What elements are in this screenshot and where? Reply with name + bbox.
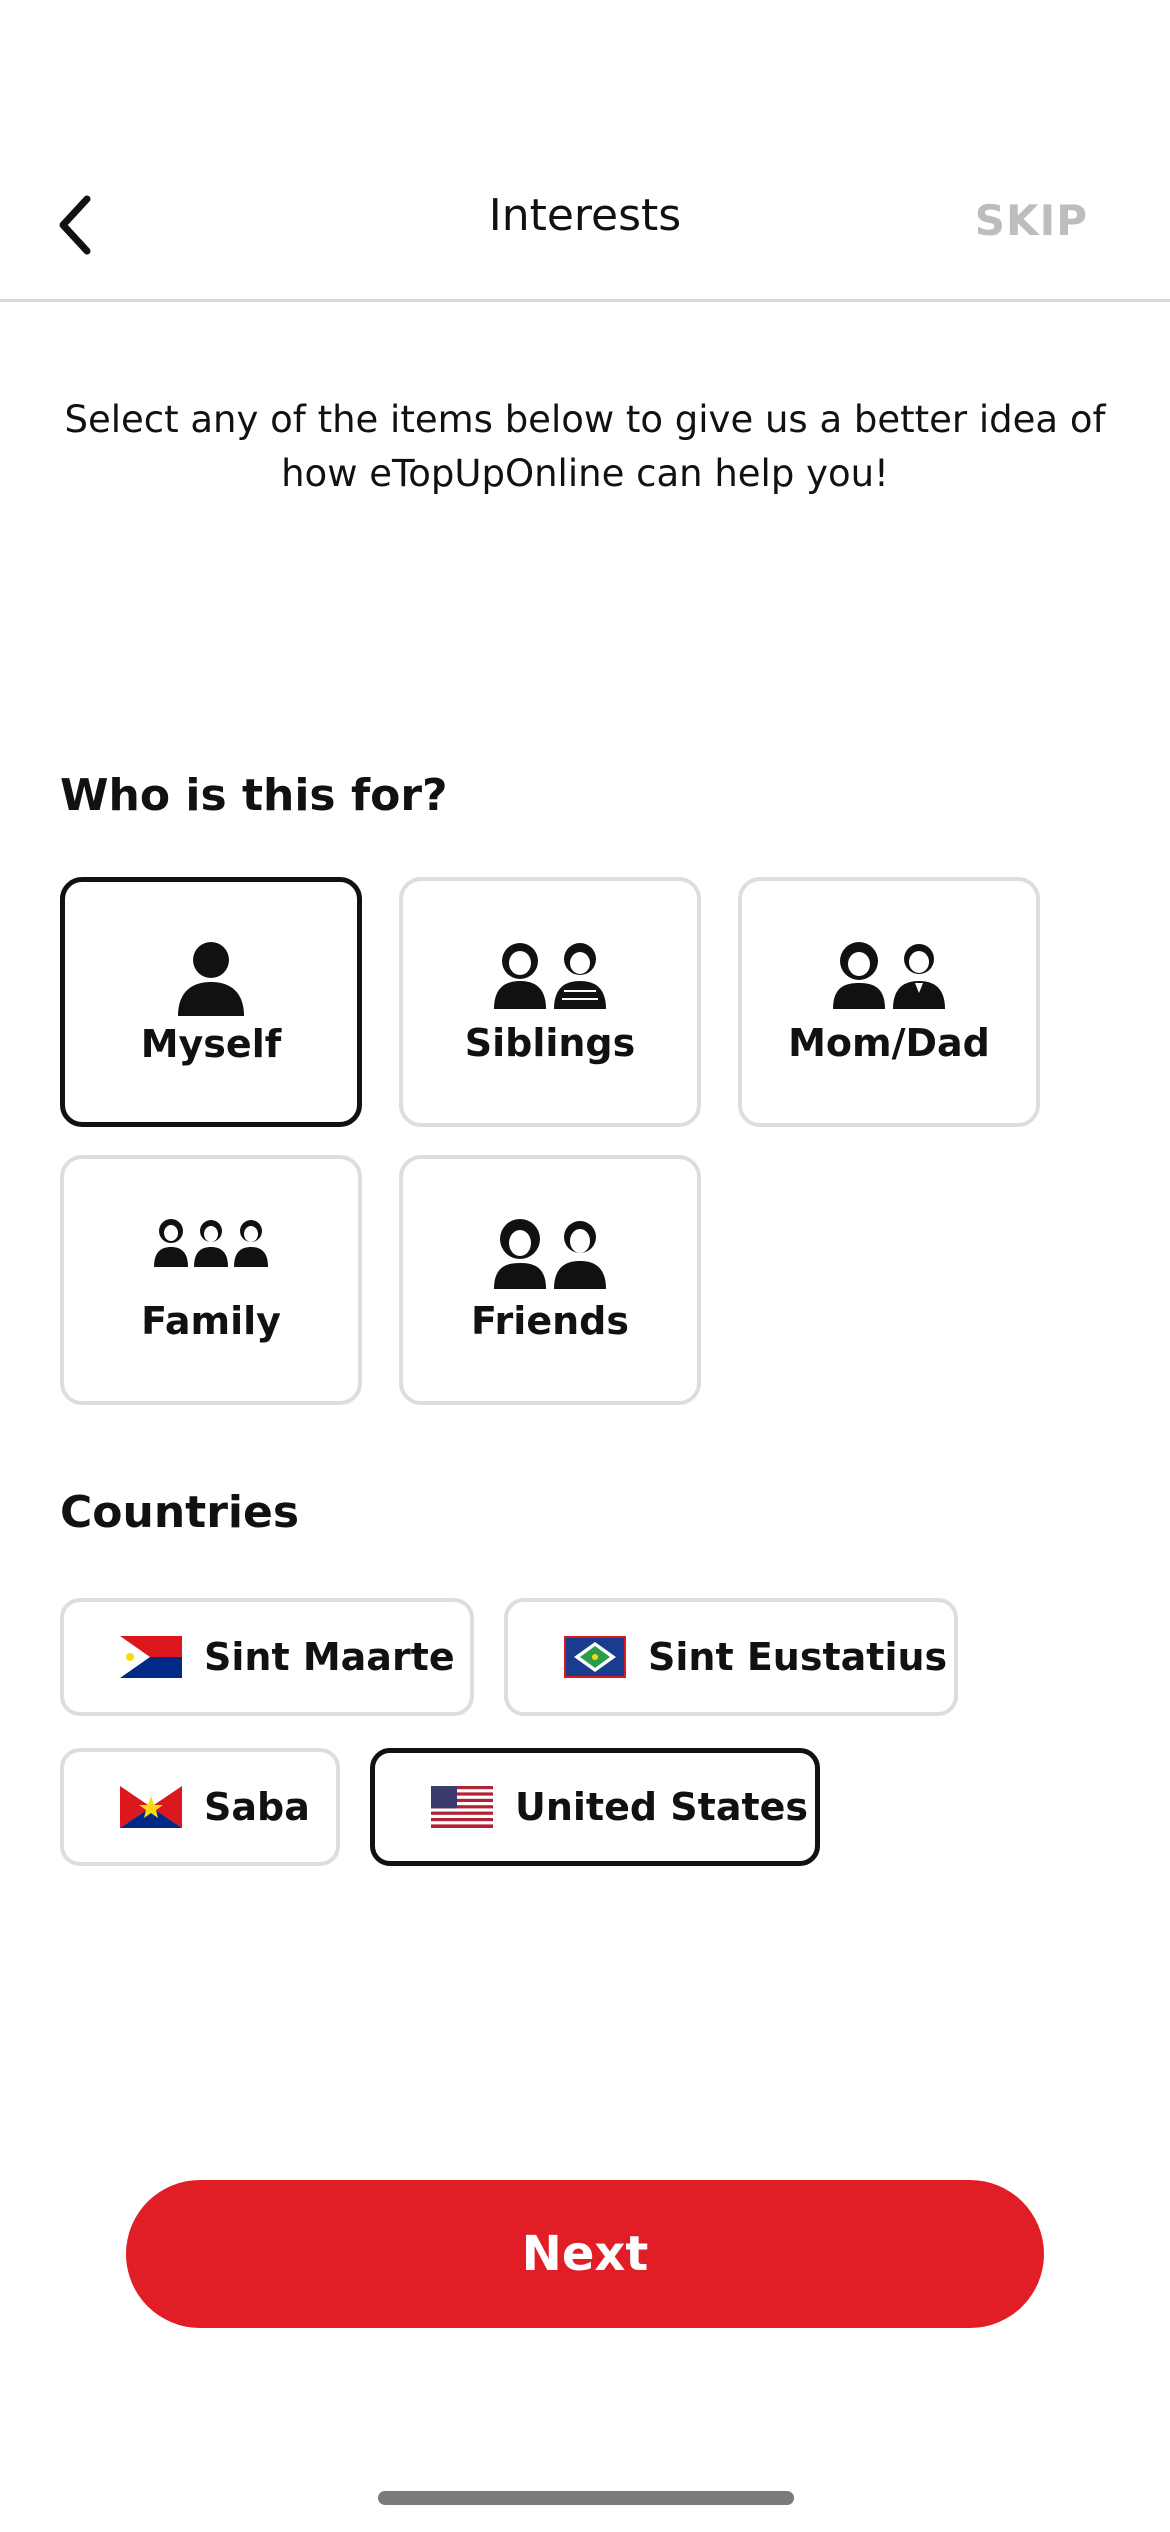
countries-section-title: Countries: [60, 1487, 300, 1538]
us-flag-icon: [431, 1786, 493, 1828]
country-option-saba[interactable]: Saba: [60, 1748, 340, 1866]
country-option-label: Saba: [204, 1785, 310, 1829]
who-option-label: Myself: [140, 1022, 282, 1066]
sint-eustatius-flag-icon: [564, 1636, 626, 1678]
family-icon: [64, 1217, 358, 1267]
country-option-united-states[interactable]: United States: [370, 1748, 820, 1866]
who-section-title: Who is this for?: [60, 770, 448, 821]
skip-button[interactable]: SKIP: [975, 196, 1088, 245]
who-option-myself[interactable]: Myself: [60, 877, 362, 1127]
who-option-label: Friends: [471, 1299, 629, 1343]
who-option-siblings[interactable]: Siblings: [399, 877, 701, 1127]
who-option-friends[interactable]: Friends: [399, 1155, 701, 1405]
siblings-icon: [403, 939, 697, 1009]
country-option-label: United States: [515, 1785, 809, 1829]
country-option-sint-maarten[interactable]: Sint Maarte: [60, 1598, 474, 1716]
next-button[interactable]: Next: [126, 2180, 1044, 2328]
saba-flag-icon: [120, 1786, 182, 1828]
home-indicator: [378, 2491, 794, 2505]
who-option-mom-dad[interactable]: Mom/Dad: [738, 877, 1040, 1127]
who-option-label: Family: [141, 1299, 281, 1343]
who-option-label: Mom/Dad: [788, 1021, 990, 1065]
sint-maarten-flag-icon: [120, 1636, 182, 1678]
country-option-label: Sint Eustatius: [648, 1635, 948, 1679]
who-option-label: Siblings: [464, 1021, 636, 1065]
friends-icon: [403, 1217, 697, 1289]
next-button-label: Next: [521, 2226, 649, 2282]
person-icon: [65, 940, 357, 1016]
parents-icon: [742, 939, 1036, 1009]
country-option-label: Sint Maarte: [204, 1635, 455, 1679]
intro-text: Select any of the items below to give us…: [64, 398, 1106, 495]
who-option-family[interactable]: Family: [60, 1155, 362, 1405]
header: Interests SKIP: [0, 0, 1170, 302]
country-option-sint-eustatius[interactable]: Sint Eustatius: [504, 1598, 958, 1716]
